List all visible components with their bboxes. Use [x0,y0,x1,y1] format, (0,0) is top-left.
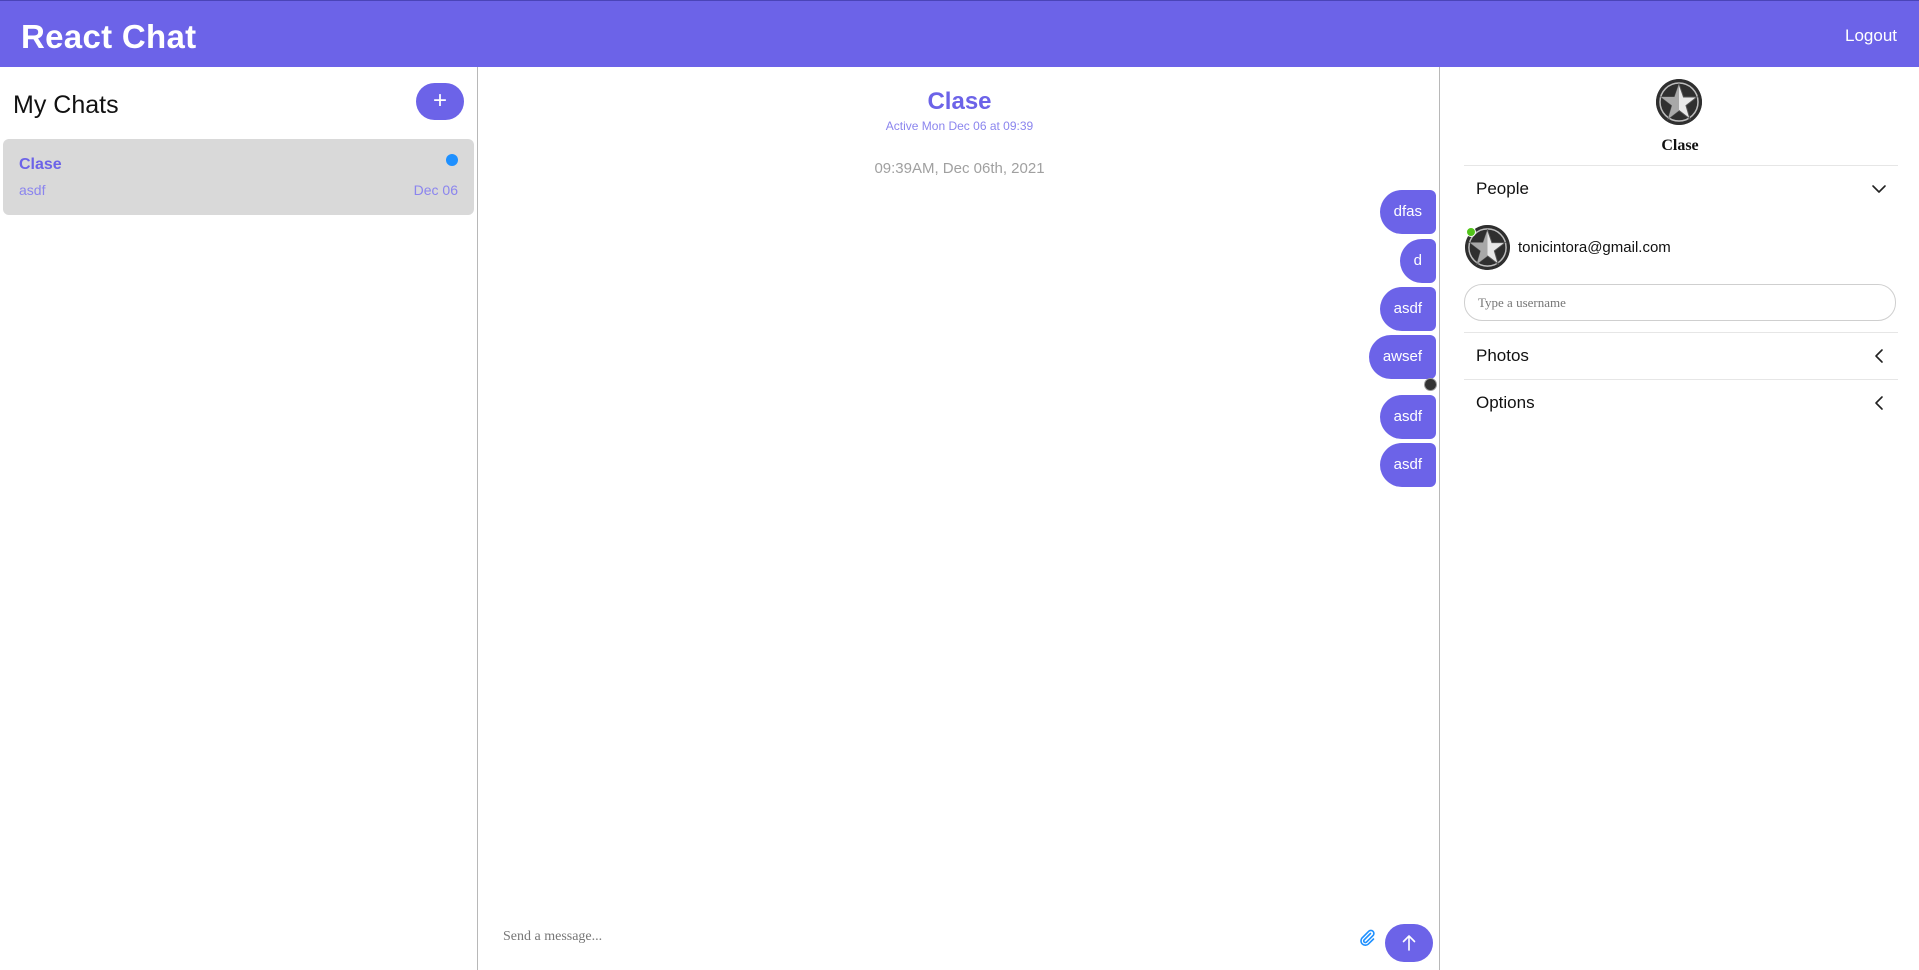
person-row: tonicintora@gmail.com [1465,225,1895,271]
message-bubble[interactable]: asdf [1379,443,1436,487]
conversation-panel: Clase Active Mon Dec 06 at 09:39 09:39AM… [479,67,1440,970]
message-bubble[interactable]: d [1399,239,1436,283]
app-title: React Chat [21,18,197,55]
chevron-left-icon [1875,349,1883,363]
message-bubble[interactable]: asdf [1379,395,1436,439]
date-divider: 09:39AM, Dec 06th, 2021 [874,160,1045,177]
section-photos[interactable]: Photos [1464,332,1898,379]
message-bubble[interactable]: awsef [1368,335,1436,379]
chat-card-last-message: asdf [19,182,46,198]
chevron-left-icon [1875,396,1883,410]
chat-settings-title: Clase [1661,137,1699,154]
section-people-label: People [1476,179,1529,198]
chat-card-date: Dec 06 [413,182,458,198]
chat-card[interactable]: Clase asdf Dec 06 [3,139,474,215]
username-input[interactable]: Type a username [1464,284,1896,321]
section-options-label: Options [1476,393,1535,412]
conversation-subtitle: Active Mon Dec 06 at 09:39 [885,119,1034,133]
arrow-up-icon [1402,935,1416,951]
conversation-title: Clase [927,88,992,115]
chat-list-panel: My Chats + Clase asdf Dec 06 [0,67,478,970]
message-input[interactable]: Send a message... [503,929,602,945]
section-photos-label: Photos [1476,346,1529,365]
send-button[interactable] [1385,924,1433,962]
chat-avatar [1656,79,1702,125]
message-bubble[interactable]: asdf [1379,287,1436,331]
chat-list-title: My Chats [13,91,119,119]
logout-button[interactable]: Logout [1845,26,1897,46]
online-status-dot [1466,227,1476,237]
section-options[interactable]: Options [1464,379,1898,426]
person-email: tonicintora@gmail.com [1518,239,1671,256]
section-people[interactable]: People [1464,165,1898,212]
star-avatar-icon [1656,79,1702,125]
read-receipt-avatar [1424,378,1437,391]
chevron-down-icon [1872,185,1886,193]
app-header: React Chat Logout [0,0,1919,67]
chat-settings-panel: Clase People tonicintora@gmail.com Type … [1441,67,1919,970]
new-chat-button[interactable]: + [416,83,464,120]
chat-card-title: Clase [19,156,62,173]
unread-indicator [446,154,458,166]
message-bubble[interactable]: dfas [1379,190,1436,234]
paperclip-icon[interactable] [1357,927,1377,947]
